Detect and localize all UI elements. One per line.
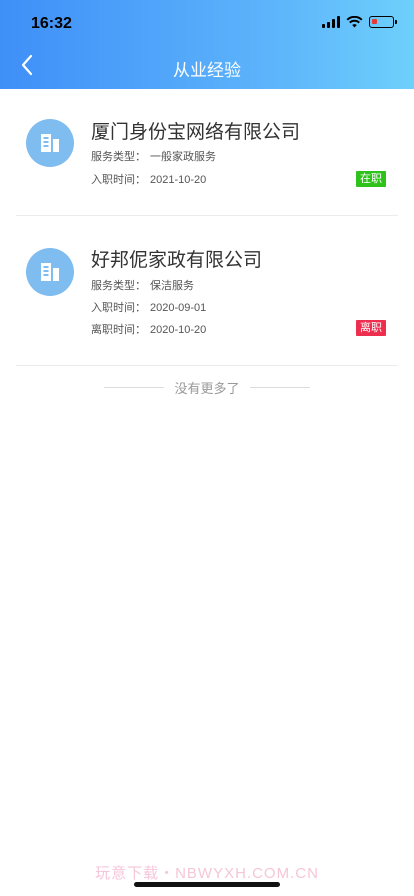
start-date: 入职时间： 2020-09-01 — [91, 299, 206, 315]
service-type: 服务类型： 保洁服务 — [91, 277, 194, 293]
end-date-value: 2020-10-20 — [150, 324, 207, 336]
page-title: 从业经验 — [173, 61, 241, 80]
no-more-text: 没有更多了 — [174, 381, 240, 396]
start-date-value: 2021-10-20 — [150, 174, 207, 186]
start-date-value: 2020-09-01 — [150, 302, 207, 314]
building-icon — [26, 119, 74, 167]
divider — [104, 387, 165, 388]
no-more-indicator: 没有更多了 — [0, 378, 414, 397]
start-date: 入职时间： 2021-10-20 — [91, 171, 206, 187]
start-date-label: 入职时间： — [91, 174, 146, 186]
building-icon — [26, 248, 74, 296]
home-indicator — [134, 882, 280, 887]
service-type-label: 服务类型： — [91, 280, 146, 292]
wifi-icon — [346, 16, 363, 28]
battery-icon — [369, 16, 397, 28]
service-type-value: 一般家政服务 — [150, 151, 216, 163]
service-type-label: 服务类型： — [91, 151, 146, 163]
service-type: 服务类型： 一般家政服务 — [91, 148, 216, 164]
end-date: 离职时间： 2020-10-20 — [91, 321, 206, 337]
experience-card[interactable]: 厦门身份宝网络有限公司 服务类型： 一般家政服务 入职时间： 2021-10-20 … — [16, 89, 398, 216]
status-icons — [322, 16, 397, 28]
service-type-value: 保洁服务 — [150, 280, 194, 292]
end-date-label: 离职时间： — [91, 324, 146, 336]
signal-icon — [322, 16, 340, 28]
status-time: 16:32 — [31, 15, 72, 32]
company-name: 厦门身份宝网络有限公司 — [91, 122, 301, 143]
status-badge: 离职 — [356, 320, 386, 336]
divider — [249, 387, 310, 388]
header-bar: 16:32 从业经验 — [0, 0, 414, 89]
watermark-text: 玩意下载・NBWYXH.COM.CN — [95, 865, 319, 882]
experience-card[interactable]: 好邦伲家政有限公司 服务类型： 保洁服务 入职时间： 2020-09-01 离职时间… — [16, 216, 398, 366]
company-name: 好邦伲家政有限公司 — [91, 250, 263, 271]
start-date-label: 入职时间： — [91, 302, 146, 314]
status-badge: 在职 — [356, 171, 386, 187]
